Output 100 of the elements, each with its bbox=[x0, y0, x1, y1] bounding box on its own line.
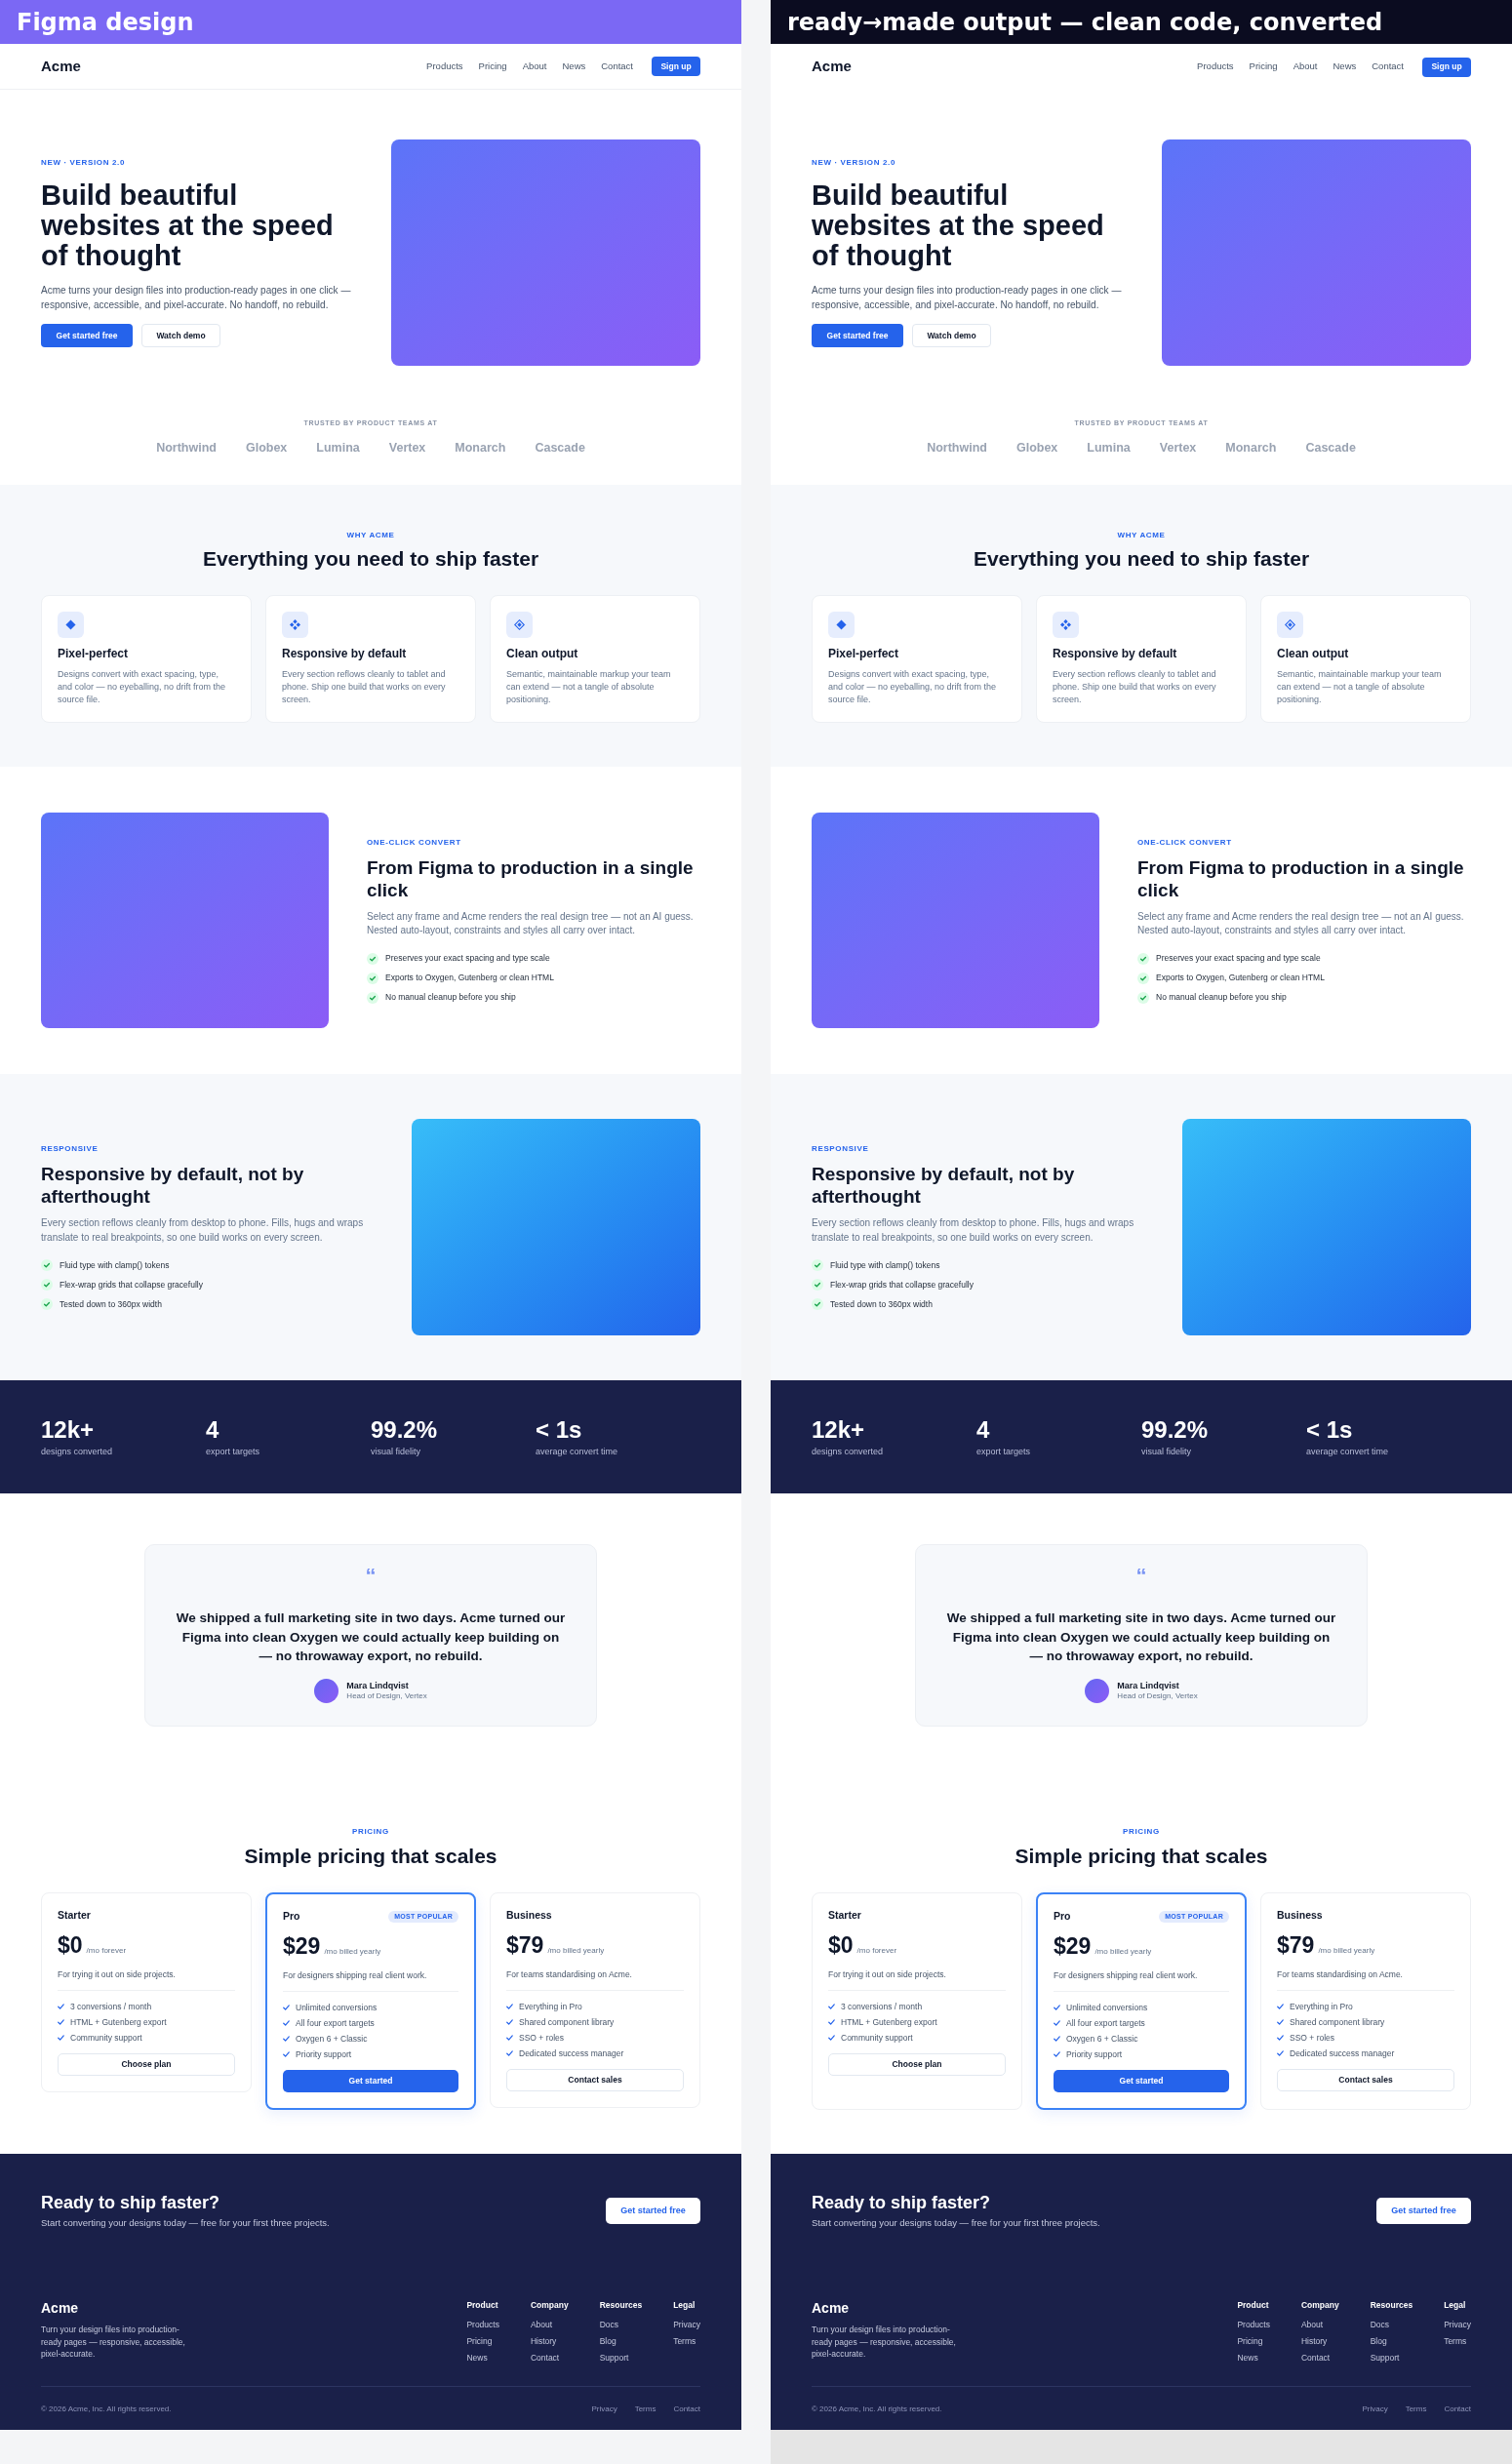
checklist-item: Exports to Oxygen, Gutenberg or clean HTML bbox=[1156, 972, 1325, 984]
check-icon bbox=[58, 2019, 64, 2025]
check-icon bbox=[283, 2051, 290, 2057]
plan-price: $29 bbox=[1054, 1932, 1092, 1960]
footer-brand: Acme bbox=[812, 2300, 850, 2316]
primary-button[interactable]: Get started free bbox=[812, 324, 903, 347]
footer-link[interactable]: Terms bbox=[1405, 2404, 1427, 2414]
nav-link[interactable]: Pricing bbox=[478, 59, 507, 74]
check-icon bbox=[506, 2035, 513, 2041]
check-icon bbox=[1277, 2004, 1284, 2009]
footer-link[interactable]: Terms bbox=[673, 2333, 696, 2350]
plan-button[interactable]: Contact sales bbox=[1277, 2069, 1454, 2091]
footer-link[interactable]: Support bbox=[1370, 2350, 1400, 2366]
plan-feature: Unlimited conversions bbox=[1066, 2001, 1148, 2014]
footer-link[interactable]: Privacy bbox=[1444, 2317, 1471, 2333]
check-icon bbox=[812, 1298, 823, 1310]
company-logo: Monarch bbox=[455, 441, 506, 456]
plan-description: For teams standardising on Acme. bbox=[1277, 1968, 1404, 1980]
nav-link[interactable]: News bbox=[562, 59, 586, 74]
check-icon bbox=[812, 1259, 823, 1271]
plan-feature: Unlimited conversions bbox=[296, 2001, 378, 2014]
plan-feature: Oxygen 6 + Classic bbox=[1066, 2032, 1138, 2046]
signup-button[interactable]: Sign up bbox=[652, 57, 700, 76]
cta-heading: Ready to ship faster? bbox=[812, 2192, 991, 2213]
plan-name: Business bbox=[1277, 1909, 1323, 1922]
footer-link[interactable]: Blog bbox=[1370, 2333, 1387, 2350]
footer-link[interactable]: Pricing bbox=[466, 2333, 493, 2350]
plan-button[interactable]: Get started bbox=[1054, 2070, 1229, 2092]
plan-feature: Priority support bbox=[1066, 2047, 1123, 2061]
footer-link[interactable]: About bbox=[530, 2317, 553, 2333]
cta-button[interactable]: Get started free bbox=[1376, 2198, 1471, 2224]
section-heading: Simple pricing that scales bbox=[244, 1844, 497, 1869]
section-heading: Responsive by default, not by afterthought bbox=[812, 1163, 1076, 1208]
footer-link[interactable]: Contact bbox=[673, 2404, 700, 2414]
section-eyebrow: ONE-CLICK CONVERT bbox=[1137, 837, 1232, 848]
secondary-button[interactable]: Watch demo bbox=[912, 324, 991, 347]
nav-link[interactable]: News bbox=[1333, 60, 1357, 74]
site-logo[interactable]: Acme bbox=[812, 56, 852, 78]
company-logo: Globex bbox=[1015, 441, 1058, 456]
footer-link[interactable]: History bbox=[530, 2333, 557, 2350]
footer-link[interactable]: Products bbox=[466, 2317, 499, 2333]
plan-button[interactable]: Choose plan bbox=[828, 2053, 1006, 2076]
footer-link[interactable]: Privacy bbox=[591, 2404, 617, 2414]
primary-button[interactable]: Get started free bbox=[41, 324, 133, 347]
footer-link[interactable]: Privacy bbox=[1362, 2404, 1388, 2414]
check-icon bbox=[1277, 2050, 1284, 2056]
plan-name: Starter bbox=[828, 1909, 861, 1922]
site-logo[interactable]: Acme bbox=[41, 55, 81, 78]
footer-link[interactable]: Terms bbox=[634, 2404, 657, 2414]
nav-link[interactable]: Products bbox=[426, 59, 463, 74]
footer-link[interactable]: Privacy bbox=[673, 2317, 700, 2333]
section-text: Select any frame and Acme renders the real design tree — not an AI guess. Nested auto-layout, constraints and styles all carry over intact. bbox=[1137, 909, 1465, 937]
plan-feature: Community support bbox=[841, 2031, 913, 2045]
plan-button[interactable]: Get started bbox=[283, 2070, 458, 2092]
footer-heading: Resources bbox=[599, 2300, 643, 2311]
footer-link[interactable]: Pricing bbox=[1237, 2333, 1263, 2350]
footer-link[interactable]: Terms bbox=[1444, 2333, 1467, 2350]
check-icon bbox=[58, 2004, 64, 2009]
footer-link[interactable]: About bbox=[1300, 2317, 1324, 2333]
footer-link[interactable]: News bbox=[466, 2350, 488, 2366]
secondary-button[interactable]: Watch demo bbox=[141, 324, 220, 347]
company-logo: Lumina bbox=[1087, 441, 1131, 456]
section-eyebrow: RESPONSIVE bbox=[812, 1144, 869, 1154]
check-icon bbox=[1054, 2005, 1060, 2010]
quote-mark: “ bbox=[1135, 1569, 1147, 1584]
company-logo: Northwind bbox=[927, 441, 987, 456]
nav-link[interactable]: About bbox=[522, 59, 547, 74]
footer-heading: Legal bbox=[673, 2300, 696, 2311]
footer-link[interactable]: News bbox=[1237, 2350, 1258, 2366]
section-eyebrow: PRICING bbox=[352, 1827, 389, 1837]
plan-price: $0 bbox=[828, 1931, 854, 1959]
plan-button[interactable]: Contact sales bbox=[506, 2069, 684, 2091]
section-eyebrow: WHY ACME bbox=[1117, 531, 1166, 540]
plan-feature: 3 conversions / month bbox=[70, 2000, 152, 2013]
nav-link[interactable]: About bbox=[1293, 60, 1318, 74]
stat-label: export targets bbox=[206, 1446, 260, 1457]
nav-link[interactable]: Contact bbox=[1372, 60, 1404, 74]
footer-link[interactable]: Contact bbox=[530, 2350, 560, 2366]
footer-link[interactable]: Products bbox=[1237, 2317, 1270, 2333]
check-icon bbox=[58, 2035, 64, 2041]
footer-link[interactable]: History bbox=[1300, 2333, 1328, 2350]
nav-link[interactable]: Products bbox=[1197, 60, 1234, 74]
footer-link[interactable]: Contact bbox=[1300, 2350, 1331, 2366]
avatar bbox=[314, 1678, 339, 1703]
footer-link[interactable]: Blog bbox=[599, 2333, 617, 2350]
footer-link[interactable]: Support bbox=[599, 2350, 629, 2366]
company-logo: Monarch bbox=[1225, 441, 1277, 456]
signup-button[interactable]: Sign up bbox=[1422, 57, 1471, 77]
footer-link[interactable]: Docs bbox=[599, 2317, 619, 2333]
plan-button[interactable]: Choose plan bbox=[58, 2053, 235, 2076]
check-icon bbox=[1277, 2019, 1284, 2025]
section-heading: From Figma to production in a single click bbox=[1137, 855, 1465, 901]
footer-link[interactable]: Contact bbox=[1444, 2404, 1471, 2414]
nav-link[interactable]: Contact bbox=[601, 59, 633, 74]
hero-heading: Build beautiful websites at the speed of thought bbox=[812, 180, 1105, 271]
footer-link[interactable]: Docs bbox=[1370, 2317, 1390, 2333]
nav-link[interactable]: Pricing bbox=[1249, 60, 1278, 74]
stat-label: designs converted bbox=[812, 1446, 884, 1457]
author-role: Head of Design, Vertex bbox=[1117, 1690, 1198, 1701]
cta-button[interactable]: Get started free bbox=[606, 2198, 700, 2224]
